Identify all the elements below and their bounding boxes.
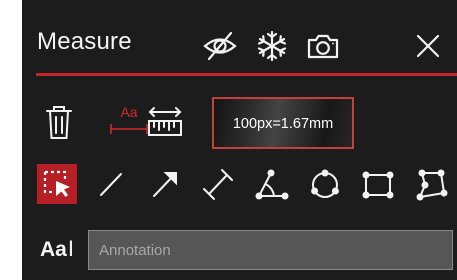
angle-tool-icon (255, 169, 289, 200)
close-icon (416, 34, 440, 58)
label-aa-text: Aa (120, 104, 137, 120)
polygon-tool-icon (416, 169, 448, 201)
circle-tool-icon (311, 169, 339, 198)
close-button[interactable] (415, 33, 441, 59)
line-tool-icon (100, 173, 122, 196)
rectangle-tool-icon (362, 171, 394, 199)
calibration-preview: 100px=1.67mm (212, 97, 354, 149)
select-tool-button[interactable] (37, 164, 77, 204)
calibrate-button[interactable] (145, 102, 185, 140)
freeze-snowflake-icon[interactable] (254, 30, 290, 62)
measure-panel: Measure Aa 100px=1.67mm AaI Annotation (22, 0, 457, 280)
delete-button[interactable] (42, 103, 76, 141)
dimension-tool-button[interactable] (198, 164, 238, 204)
arrow-tool-button[interactable] (145, 164, 185, 204)
polygon-tool-button[interactable] (410, 164, 450, 204)
camera-icon[interactable] (305, 30, 341, 62)
dimension-tool-icon (203, 169, 233, 200)
calibration-value: 100px=1.67mm (232, 116, 334, 132)
annotation-input[interactable] (88, 230, 453, 270)
trash-icon (46, 106, 72, 139)
panel-title: Measure (37, 28, 132, 55)
hide-eye-icon[interactable] (202, 30, 238, 62)
annotation-text-icon: AaI (40, 236, 74, 261)
header-divider (36, 73, 457, 76)
line-tool-button[interactable] (91, 164, 131, 204)
annotation-icon-text: Aa (40, 238, 67, 261)
calibrate-ruler-icon (148, 107, 182, 136)
circle-tool-button[interactable] (305, 164, 345, 204)
rectangle-tool-button[interactable] (358, 164, 398, 204)
angle-tool-button[interactable] (251, 164, 291, 204)
arrow-tool-icon (153, 172, 177, 197)
select-tool-icon (43, 170, 70, 197)
